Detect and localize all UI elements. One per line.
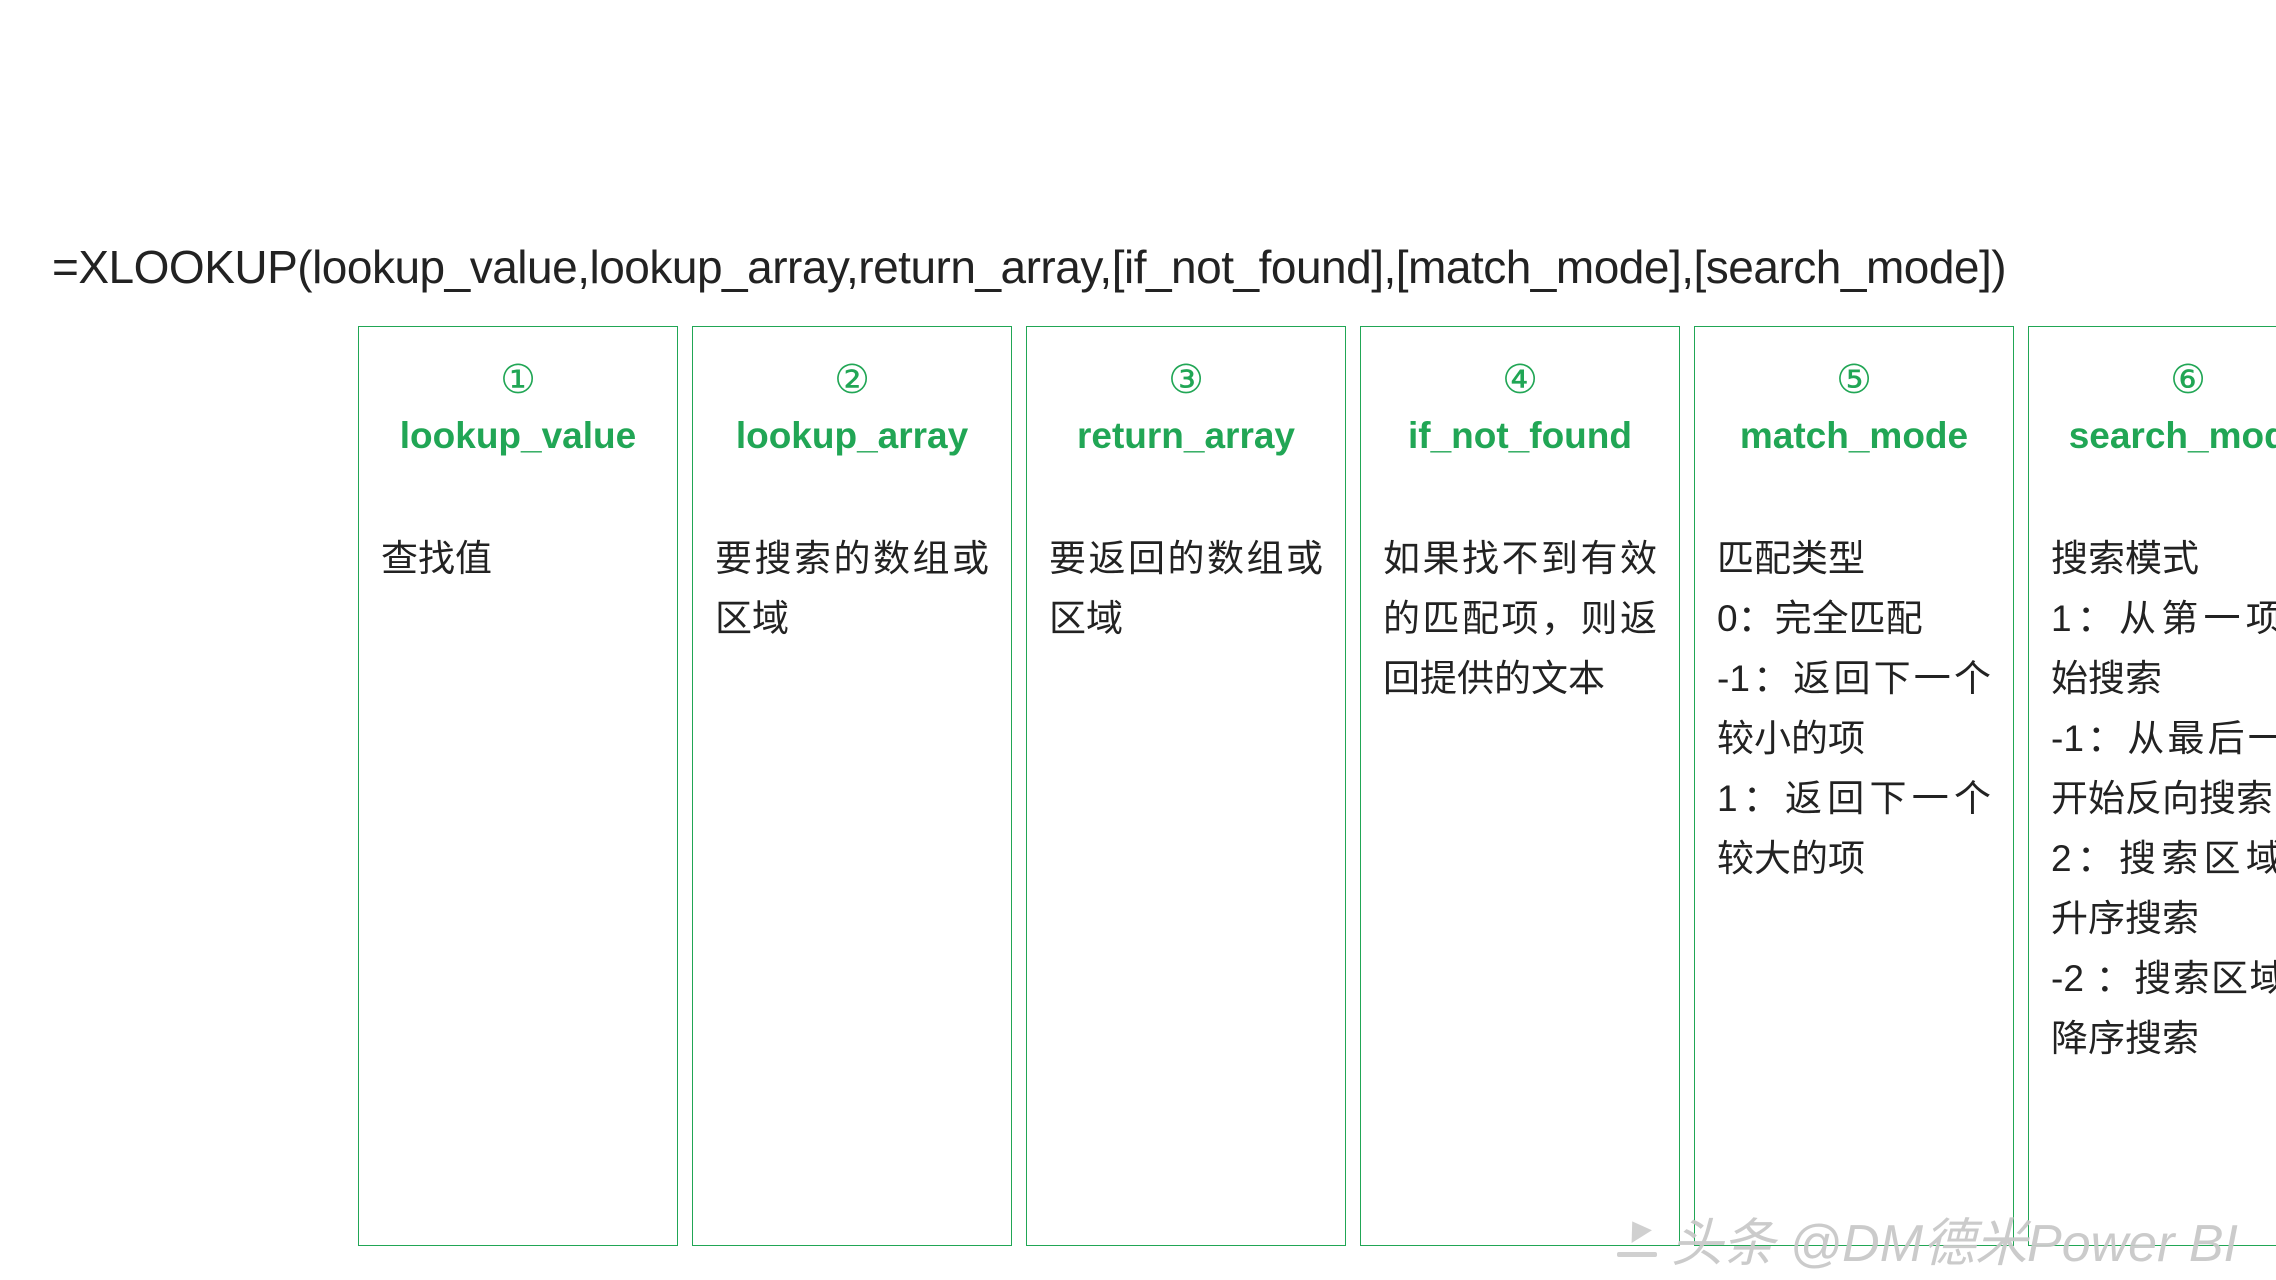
card-title: return_array <box>1049 415 1323 457</box>
parameter-cards: ① lookup_value 查找值 ② lookup_array 要搜索的数组… <box>358 326 2276 1246</box>
card-number: ③ <box>1049 357 1323 403</box>
formula-text: =XLOOKUP(lookup_value,lookup_array,retur… <box>52 240 2006 294</box>
card-description: 查找值 <box>381 529 655 589</box>
watermark-text: 头条 @DM德米Power BI <box>1671 1201 2238 1276</box>
card-number: ⑥ <box>2051 357 2276 403</box>
watermark: 头条 @DM德米Power BI <box>1617 1201 2238 1276</box>
card-title: if_not_found <box>1383 415 1657 457</box>
card-description: 搜索模式1：从第一项开始搜索-1：从最后一项开始反向搜索2：搜索区域按升序搜索-… <box>2051 529 2276 1068</box>
watermark-icon <box>1617 1220 1657 1257</box>
card-lookup-array: ② lookup_array 要搜索的数组或区域 <box>692 326 1012 1246</box>
card-title: search_mode <box>2051 415 2276 457</box>
card-number: ① <box>381 357 655 403</box>
card-description: 匹配类型0：完全匹配-1：返回下一个较小的项1：返回下一个较大的项 <box>1717 529 1991 889</box>
card-number: ④ <box>1383 357 1657 403</box>
card-match-mode: ⑤ match_mode 匹配类型0：完全匹配-1：返回下一个较小的项1：返回下… <box>1694 326 2014 1246</box>
card-title: lookup_value <box>381 415 655 457</box>
card-description: 要搜索的数组或区域 <box>715 529 989 649</box>
card-search-mode: ⑥ search_mode 搜索模式1：从第一项开始搜索-1：从最后一项开始反向… <box>2028 326 2276 1246</box>
card-title: lookup_array <box>715 415 989 457</box>
card-number: ② <box>715 357 989 403</box>
card-description: 要返回的数组或区域 <box>1049 529 1323 649</box>
card-return-array: ③ return_array 要返回的数组或区域 <box>1026 326 1346 1246</box>
card-lookup-value: ① lookup_value 查找值 <box>358 326 678 1246</box>
card-description: 如果找不到有效的匹配项，则返回提供的文本 <box>1383 529 1657 709</box>
card-if-not-found: ④ if_not_found 如果找不到有效的匹配项，则返回提供的文本 <box>1360 326 1680 1246</box>
card-number: ⑤ <box>1717 357 1991 403</box>
card-title: match_mode <box>1717 415 1991 457</box>
